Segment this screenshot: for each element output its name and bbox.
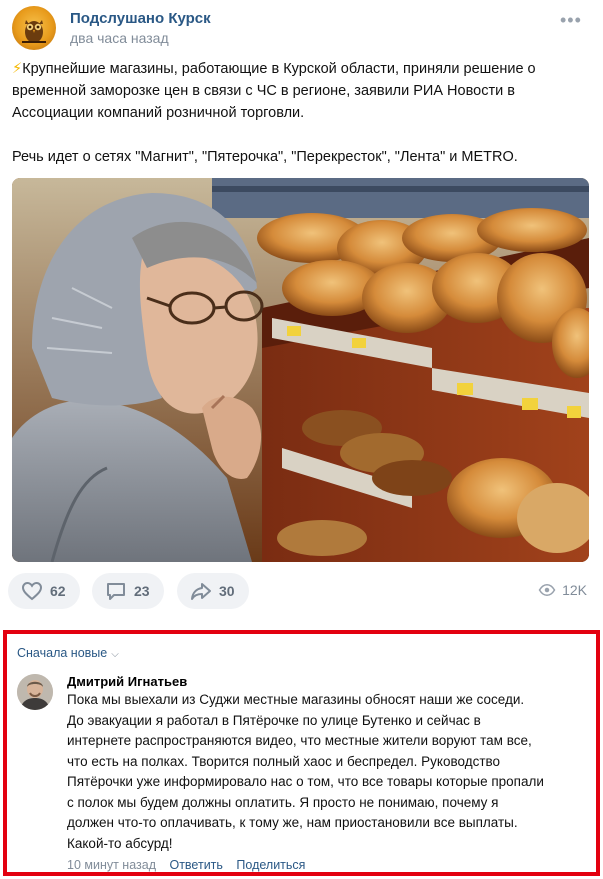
post-photo[interactable] xyxy=(12,178,589,562)
comment-text-line: Какой-то абсурд! xyxy=(67,835,173,851)
comment-meta: 10 минут назад Ответить Поделиться xyxy=(67,858,305,872)
community-avatar[interactable] xyxy=(12,6,56,50)
lightning-icon: ⚡ xyxy=(12,61,23,77)
share-arrow-icon xyxy=(191,583,211,600)
post-actions: 62 23 30 12K xyxy=(8,573,593,611)
comment-text-line: с полок мы будем должны оплатить. Я прос… xyxy=(67,794,499,810)
shares-count: 30 xyxy=(219,583,235,599)
comment-text-line: Пятёрочки уже информировало нас о том, ч… xyxy=(67,774,544,789)
post-text-line: временной заморозке цен в связи с ЧС в р… xyxy=(12,83,515,99)
post-text-line: ⚡Крупнейшие магазины, работающие в Курск… xyxy=(12,61,536,77)
post-header: Подслушано Курск два часа назад ••• xyxy=(12,6,592,52)
chevron-down-icon: ⌵ xyxy=(111,649,119,660)
comment-author[interactable]: Дмитрий Игнатьев xyxy=(67,674,187,689)
like-button[interactable]: 62 xyxy=(8,573,80,609)
photo-elderly-woman-bread-shelves-icon xyxy=(12,178,589,562)
avatar[interactable] xyxy=(17,674,53,710)
share-comment-link[interactable]: Поделиться xyxy=(236,858,305,872)
heart-icon xyxy=(21,581,43,601)
comment-text-line: что есть на полках. Творится полный хаос… xyxy=(67,753,501,769)
comment-text-line: Пока мы выехали из Суджи местные магазин… xyxy=(67,692,525,707)
share-button[interactable]: 30 xyxy=(177,573,249,609)
comment-text-line: До эвакуации я работал в Пятёрочке по ул… xyxy=(67,712,481,728)
post-text-line: Ассоциации компаний розничной торговли. xyxy=(12,105,305,121)
comment-text-line: должен что-то оплачивать, к тому же, нам… xyxy=(67,815,518,830)
comment-icon xyxy=(107,583,125,600)
views-counter: 12K xyxy=(538,581,587,599)
views-count: 12K xyxy=(562,582,587,598)
post-text: ⚡Крупнейшие магазины, работающие в Курск… xyxy=(12,58,584,168)
owl-logo-icon xyxy=(22,20,46,43)
comment-button[interactable]: 23 xyxy=(92,573,164,609)
comments-sort-dropdown[interactable]: Сначала новые ⌵ xyxy=(17,646,119,660)
reply-link[interactable]: Ответить xyxy=(169,858,222,872)
comment-text: Пока мы выехали из Суджи местные магазин… xyxy=(67,690,587,854)
comments-count: 23 xyxy=(134,583,150,599)
sort-label: Сначала новые xyxy=(17,646,108,660)
comment-time[interactable]: 10 минут назад xyxy=(67,858,156,872)
user-avatar-icon xyxy=(17,674,53,710)
post-text-line: Речь идет о сетях "Магнит", "Пятерочка",… xyxy=(12,149,518,165)
post-time[interactable]: два часа назад xyxy=(70,30,169,46)
comment-text-line: интернете распространяются видео, что ме… xyxy=(67,733,532,748)
likes-count: 62 xyxy=(50,583,66,599)
community-name[interactable]: Подслушано Курск xyxy=(70,10,211,27)
comments-section: Сначала новые ⌵ Дмитрий Игнатьев Пока мы … xyxy=(3,630,600,876)
more-horizontal-icon[interactable]: ••• xyxy=(560,11,581,30)
eye-icon xyxy=(538,583,556,597)
